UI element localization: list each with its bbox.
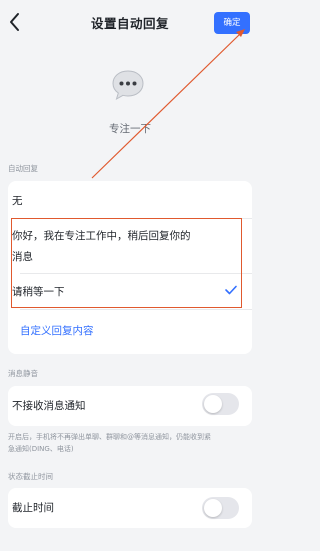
reply-option-focus-message[interactable]: 你好，我在专注工作中，稍后回复你的 消息 [12, 226, 191, 268]
checkmark-icon [225, 285, 237, 295]
divider [20, 309, 252, 310]
expiry-time-toggle[interactable] [202, 497, 239, 519]
divider [20, 218, 252, 219]
toggle-knob [204, 395, 222, 413]
mute-notifications-toggle[interactable] [202, 393, 239, 415]
toggle-knob [204, 499, 222, 517]
mute-help-text: 开启后，手机将不再弹出单聊、群聊和@等消息通知，仍能收到紧 急通知(DING、电… [8, 431, 254, 455]
confirm-button[interactable]: 确定 [214, 12, 250, 34]
divider [20, 273, 252, 274]
reply-option-focus-line2: 消息 [12, 251, 33, 263]
reply-option-focus-line1: 你好，我在专注工作中，稍后回复你的 [12, 230, 191, 242]
expiry-section-label: 状态截止时间 [8, 472, 53, 481]
mute-help-line1: 开启后，手机将不再弹出单聊、群聊和@等消息通知，仍能收到紧 [8, 433, 211, 441]
header: 设置自动回复 确定 [0, 0, 260, 44]
expiry-time-label: 截止时间 [12, 502, 54, 514]
mute-notifications-label: 不接收消息通知 [12, 400, 86, 412]
mute-help-line2: 急通知(DING、电话) [8, 445, 74, 453]
reply-option-please-wait[interactable]: 请稍等一下 [12, 282, 65, 303]
custom-reply-link[interactable]: 自定义回复内容 [20, 323, 94, 338]
status-label: 专注一下 [109, 123, 151, 135]
auto-reply-section-label: 自动回复 [8, 164, 38, 173]
speech-bubble-ellipsis-icon [112, 70, 144, 101]
reply-option-none[interactable]: 无 [12, 191, 23, 212]
mute-section-label: 消息静音 [8, 369, 38, 378]
